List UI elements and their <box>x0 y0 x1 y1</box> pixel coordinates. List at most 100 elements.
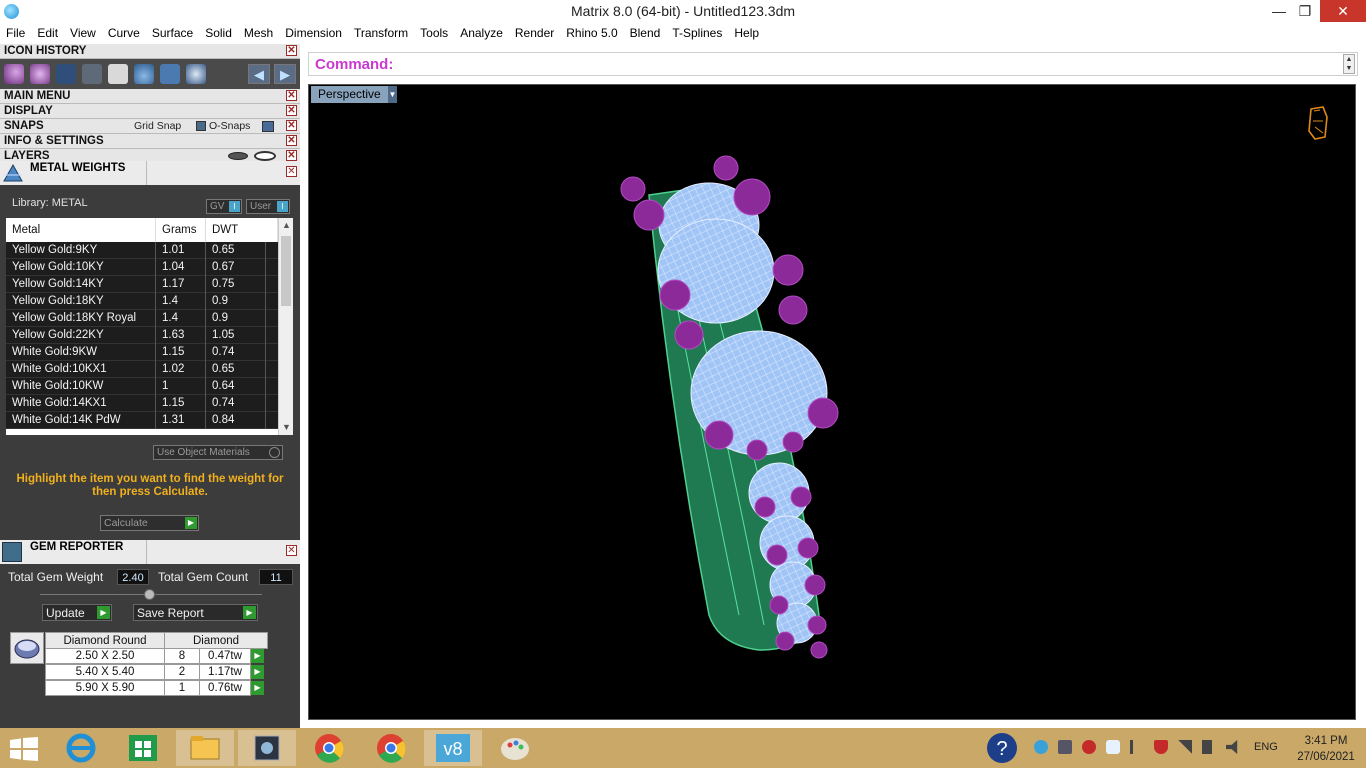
metal-weight-icon[interactable] <box>134 64 154 84</box>
main-menu-header[interactable]: MAIN MENU ✕ <box>0 89 300 104</box>
scroll-down-icon[interactable]: ▼ <box>279 420 293 435</box>
restore-button[interactable]: ❐ <box>1290 0 1320 22</box>
menu-dimension[interactable]: Dimension <box>279 24 348 44</box>
scale-tool-icon[interactable] <box>82 64 102 84</box>
command-history-spinner[interactable]: ▲ ▼ <box>1343 54 1355 74</box>
beats-icon[interactable] <box>1082 740 1096 754</box>
menu-surface[interactable]: Surface <box>146 24 199 44</box>
matrix-v8-icon[interactable]: v8 <box>424 730 482 766</box>
command-bar[interactable]: Command: ▲ ▼ <box>308 52 1358 76</box>
splitter-handle[interactable] <box>144 589 155 600</box>
close-icon[interactable]: ✕ <box>286 150 297 161</box>
calculate-button[interactable]: Calculate ▶ <box>100 515 199 531</box>
gv-toggle[interactable]: GV I <box>206 199 242 214</box>
render-icon[interactable] <box>186 64 206 84</box>
table-row[interactable]: Yellow Gold:10KY 1.04 0.67 <box>6 259 278 276</box>
table-row[interactable]: Yellow Gold:9KY 1.01 0.65 <box>6 242 278 259</box>
menu-curve[interactable]: Curve <box>102 24 146 44</box>
menu-analyze[interactable]: Analyze <box>454 24 509 44</box>
menu-view[interactable]: View <box>64 24 102 44</box>
ring-tool-icon[interactable] <box>4 64 24 84</box>
menu-solid[interactable]: Solid <box>199 24 238 44</box>
copy-tool-icon[interactable] <box>108 64 128 84</box>
windows-start-icon[interactable] <box>10 737 38 761</box>
viewport-tab[interactable]: Perspective ▼ <box>311 86 397 103</box>
internet-explorer-icon[interactable] <box>52 730 110 766</box>
layer-visibility-icon[interactable] <box>228 152 248 160</box>
close-button[interactable]: ✕ <box>1320 0 1366 22</box>
close-icon[interactable]: ✕ <box>286 166 297 177</box>
gems-tool-icon[interactable] <box>30 64 50 84</box>
perspective-viewport[interactable]: Perspective ▼ <box>308 84 1356 720</box>
display-header[interactable]: DISPLAY ✕ <box>0 104 300 119</box>
select-gem-button[interactable]: ▶ <box>251 665 264 679</box>
table-row[interactable]: White Gold:9KW 1.15 0.74 <box>6 344 278 361</box>
table-row[interactable]: Yellow Gold:22KY 1.63 1.05 <box>6 327 278 344</box>
close-icon[interactable]: ✕ <box>286 45 297 56</box>
file-explorer-icon[interactable] <box>176 730 234 766</box>
select-gem-button[interactable]: ▶ <box>251 649 264 663</box>
history-forward-icon[interactable]: ▶ <box>274 64 296 84</box>
table-row[interactable]: Yellow Gold:18KY 1.4 0.9 <box>6 293 278 310</box>
volume-icon[interactable] <box>1226 740 1238 754</box>
view-cube-icon[interactable] <box>1305 103 1329 143</box>
table-row[interactable]: White Gold:10KX1 1.02 0.65 <box>6 361 278 378</box>
save-report-button[interactable]: Save Report ▶ <box>133 604 258 621</box>
close-icon[interactable]: ✕ <box>286 90 297 101</box>
language-indicator[interactable]: ENG <box>1254 741 1278 753</box>
security-shield-icon[interactable] <box>1154 740 1168 754</box>
menu-tools[interactable]: Tools <box>414 24 454 44</box>
menu-render[interactable]: Render <box>509 24 560 44</box>
menu-rhino[interactable]: Rhino 5.0 <box>560 24 623 44</box>
menu-transform[interactable]: Transform <box>348 24 414 44</box>
menu-help[interactable]: Help <box>728 24 765 44</box>
menu-mesh[interactable]: Mesh <box>238 24 279 44</box>
user-toggle[interactable]: User I <box>246 199 290 214</box>
bluetooth-icon[interactable] <box>1034 740 1048 754</box>
info-settings-header[interactable]: INFO & SETTINGS ✕ <box>0 134 300 149</box>
menu-blend[interactable]: Blend <box>624 24 667 44</box>
col-metal[interactable]: Metal <box>6 218 156 242</box>
snaps-header[interactable]: SNAPS Grid Snap O-Snaps ✕ <box>0 119 300 134</box>
table-row[interactable]: White Gold:14KX1 1.15 0.74 <box>6 395 278 412</box>
matrix-taskbar-icon[interactable] <box>238 730 296 766</box>
scroll-thumb[interactable] <box>281 236 291 306</box>
close-icon[interactable]: ✕ <box>286 135 297 146</box>
col-grams[interactable]: Grams <box>156 218 206 242</box>
table-row[interactable]: Yellow Gold:14KY 1.17 0.75 <box>6 276 278 293</box>
close-icon[interactable]: ✕ <box>286 120 297 131</box>
chevron-down-icon[interactable]: ▼ <box>388 86 397 103</box>
menu-edit[interactable]: Edit <box>31 24 64 44</box>
menu-tsplines[interactable]: T-Splines <box>666 24 728 44</box>
help-icon[interactable]: ? <box>986 732 1018 764</box>
osnaps-toggle[interactable] <box>262 121 274 132</box>
menu-file[interactable]: File <box>0 24 31 44</box>
table-row[interactable]: White Gold:14K PdW 1.31 0.84 <box>6 412 278 429</box>
onedrive-icon[interactable] <box>1106 740 1120 754</box>
table-row[interactable]: Yellow Gold:18KY Royal 1.4 0.9 <box>6 310 278 327</box>
col-dwt[interactable]: DWT <box>206 218 278 242</box>
metal-table-scrollbar[interactable]: ▲ ▼ <box>278 218 293 435</box>
icon-history-header[interactable]: ICON HISTORY ✕ <box>0 44 300 59</box>
table-row[interactable]: White Gold:10KW 1 0.64 <box>6 378 278 395</box>
update-button[interactable]: Update ▶ <box>42 604 112 621</box>
clock[interactable]: 3:41 PM 27/06/2021 <box>1290 733 1362 765</box>
store-icon[interactable] <box>114 730 172 766</box>
save-icon[interactable] <box>56 64 76 84</box>
chrome-icon[interactable] <box>362 730 420 766</box>
close-icon[interactable]: ✕ <box>286 545 297 556</box>
gem-report-icon[interactable] <box>160 64 180 84</box>
ring-model[interactable] <box>589 145 889 665</box>
battery-icon[interactable] <box>1202 740 1212 754</box>
eye-icon[interactable] <box>254 151 276 161</box>
use-object-materials-toggle[interactable]: Use Object Materials <box>153 445 283 460</box>
history-back-icon[interactable]: ◀ <box>248 64 270 84</box>
chrome-icon[interactable] <box>300 730 358 766</box>
signal-icon[interactable] <box>1178 740 1192 754</box>
close-icon[interactable]: ✕ <box>286 105 297 116</box>
snowflake-icon[interactable] <box>1058 740 1072 754</box>
metal-table[interactable]: Metal Grams DWT Yellow Gold:9KY 1.01 0.65 Y… <box>6 218 293 435</box>
scroll-up-icon[interactable]: ▲ <box>279 218 293 233</box>
grid-snap-toggle[interactable] <box>196 121 206 131</box>
action-center-icon[interactable] <box>1130 740 1133 754</box>
